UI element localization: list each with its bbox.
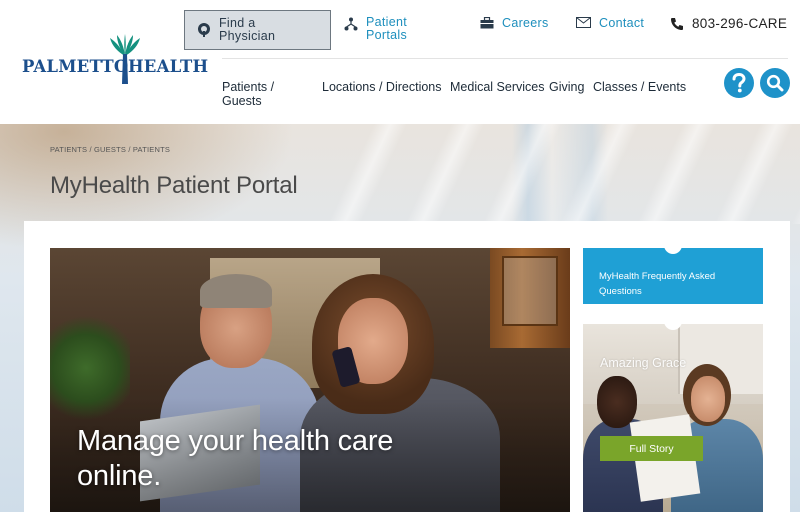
- help-button[interactable]: [724, 68, 754, 98]
- network-icon: [344, 17, 358, 31]
- site-header: PALMETTO HEALTH Find a Physician Patient…: [0, 0, 800, 124]
- nav-item-giving[interactable]: Giving: [549, 80, 584, 95]
- phone-icon: [671, 18, 683, 30]
- contact-link[interactable]: Contact: [576, 16, 644, 30]
- question-icon: [732, 73, 746, 93]
- logo-text-health: HEALTH: [128, 57, 209, 76]
- phone-label: 803-296-CARE: [692, 16, 788, 31]
- header-divider: [222, 58, 788, 59]
- patient-portals-line2: Portals: [366, 27, 408, 42]
- faq-card[interactable]: MyHealth Frequently Asked Questions: [583, 244, 763, 304]
- breadcrumb[interactable]: PATIENTS / GUESTS / PATIENTS: [50, 145, 170, 154]
- page-title: MyHealth Patient Portal: [50, 172, 298, 199]
- stethoscope-icon: [198, 23, 210, 37]
- full-story-button[interactable]: Full Story: [600, 436, 703, 461]
- patient-portals-line1: Patient: [366, 15, 408, 29]
- nav-item-locations[interactable]: Locations / Directions: [322, 80, 442, 95]
- search-icon: [766, 74, 784, 92]
- find-physician-label: Find a Physician: [219, 17, 275, 43]
- careers-link[interactable]: Careers: [480, 16, 549, 30]
- nav-patients-line2: Guests: [222, 93, 262, 108]
- hero-light-band: [330, 124, 800, 224]
- nav-item-medical-services[interactable]: Medical Services: [450, 80, 544, 95]
- logo-text-palmetto: PALMETTO: [22, 57, 129, 76]
- story-card[interactable]: [583, 324, 763, 512]
- envelope-icon: [576, 17, 591, 28]
- photo-man-hair: [200, 274, 272, 308]
- nav-patients-line1: Patients /: [222, 80, 275, 94]
- hero-caption-line1: Manage your health care: [77, 425, 394, 457]
- faq-card-label: MyHealth Frequently Asked Questions: [599, 271, 716, 297]
- briefcase-icon: [480, 17, 494, 29]
- hero-caption: Manage your health care online.: [77, 424, 457, 494]
- story-title: Amazing Grace: [600, 356, 687, 370]
- careers-label: Careers: [502, 16, 549, 30]
- nav-item-classes-events[interactable]: Classes / Events: [593, 80, 686, 95]
- find-physician-line2: Physician: [219, 29, 276, 43]
- patient-portals-link[interactable]: Patient Portals: [344, 16, 407, 41]
- story-photo-woman1-head: [597, 376, 637, 428]
- hero-caption-line2: online.: [77, 460, 162, 492]
- nav-item-patients-guests[interactable]: Patients / Guests: [222, 80, 275, 108]
- palmetto-health-logo[interactable]: PALMETTO HEALTH: [22, 34, 209, 84]
- photo-cabinet-glass: [502, 256, 558, 326]
- search-button[interactable]: [760, 68, 790, 98]
- find-physician-button[interactable]: Find a Physician: [184, 10, 331, 50]
- faq-card-notch: [664, 244, 682, 254]
- patient-portals-label: Patient Portals: [366, 16, 407, 41]
- story-photo-woman2-face: [691, 376, 725, 422]
- phone-link[interactable]: 803-296-CARE: [670, 16, 787, 31]
- contact-label: Contact: [599, 16, 645, 30]
